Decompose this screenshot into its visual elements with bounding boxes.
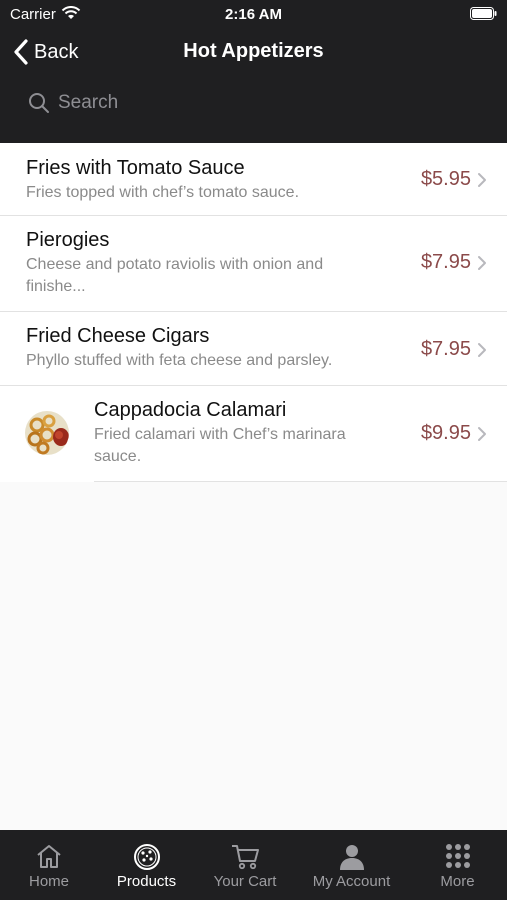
clock: 2:16 AM — [225, 6, 282, 23]
tab-label: My Account — [312, 873, 391, 890]
item-price: $7.95 — [420, 338, 471, 360]
person-icon — [339, 845, 364, 870]
item-price: $7.95 — [420, 251, 471, 273]
list-item[interactable]: Fried Cheese Cigars Phyllo stuffed with … — [0, 312, 507, 386]
item-name: Cappadocia Calamari — [94, 399, 287, 421]
tab-home[interactable]: Home — [0, 830, 98, 900]
chevron-right-icon — [478, 427, 486, 441]
tab-label: More — [440, 873, 475, 890]
item-price: $5.95 — [420, 168, 471, 190]
status-bar: Carrier 2:16 AM — [0, 0, 507, 28]
item-description: Fries topped with chef’s tomato sauce. — [26, 184, 300, 201]
chevron-right-icon — [478, 343, 486, 357]
tab-bar: Home Products Your Cart My Account More — [0, 830, 507, 900]
tab-more[interactable]: More — [408, 830, 507, 900]
item-name: Fries with Tomato Sauce — [26, 157, 245, 179]
item-price: $9.95 — [420, 422, 471, 444]
chevron-right-icon — [478, 173, 486, 187]
tab-your-cart[interactable]: Your Cart — [195, 830, 295, 900]
item-description: Cheese and potato raviolis with onion an… — [26, 256, 324, 295]
tab-products[interactable]: Products — [98, 830, 195, 900]
list-item[interactable]: Cappadocia Calamari Fried calamari with … — [0, 386, 507, 482]
search-input[interactable] — [58, 92, 458, 114]
item-name: Pierogies — [26, 229, 110, 251]
item-name: Fried Cheese Cigars — [26, 325, 210, 347]
list-item[interactable]: Fries with Tomato Sauce Fries topped wit… — [0, 143, 507, 216]
item-description: Phyllo stuffed with feta cheese and pars… — [26, 352, 333, 369]
battery-icon — [470, 7, 497, 20]
search-bar[interactable] — [28, 89, 488, 117]
tab-label: Products — [116, 873, 177, 890]
home-icon — [37, 845, 61, 868]
tab-label: Your Cart — [213, 873, 277, 890]
cart-icon — [232, 845, 259, 870]
menu-list: Fries with Tomato Sauce Fries topped wit… — [0, 143, 507, 482]
search-icon — [29, 93, 49, 113]
chevron-right-icon — [478, 256, 486, 270]
calamari-image — [25, 411, 69, 455]
tab-my-account[interactable]: My Account — [295, 830, 408, 900]
tab-label: Home — [28, 873, 69, 890]
list-item[interactable]: Pierogies Cheese and potato raviolis wit… — [0, 216, 507, 312]
header: Carrier 2:16 AM Back Hot Appetizers — [0, 0, 507, 143]
page-title: Hot Appetizers — [183, 40, 324, 62]
divider — [94, 481, 507, 482]
item-thumbnail — [25, 411, 69, 455]
pizza-icon — [133, 844, 160, 870]
item-description: Fried calamari with Chef’s marinara sauc… — [94, 426, 346, 465]
grid-icon — [445, 844, 470, 868]
